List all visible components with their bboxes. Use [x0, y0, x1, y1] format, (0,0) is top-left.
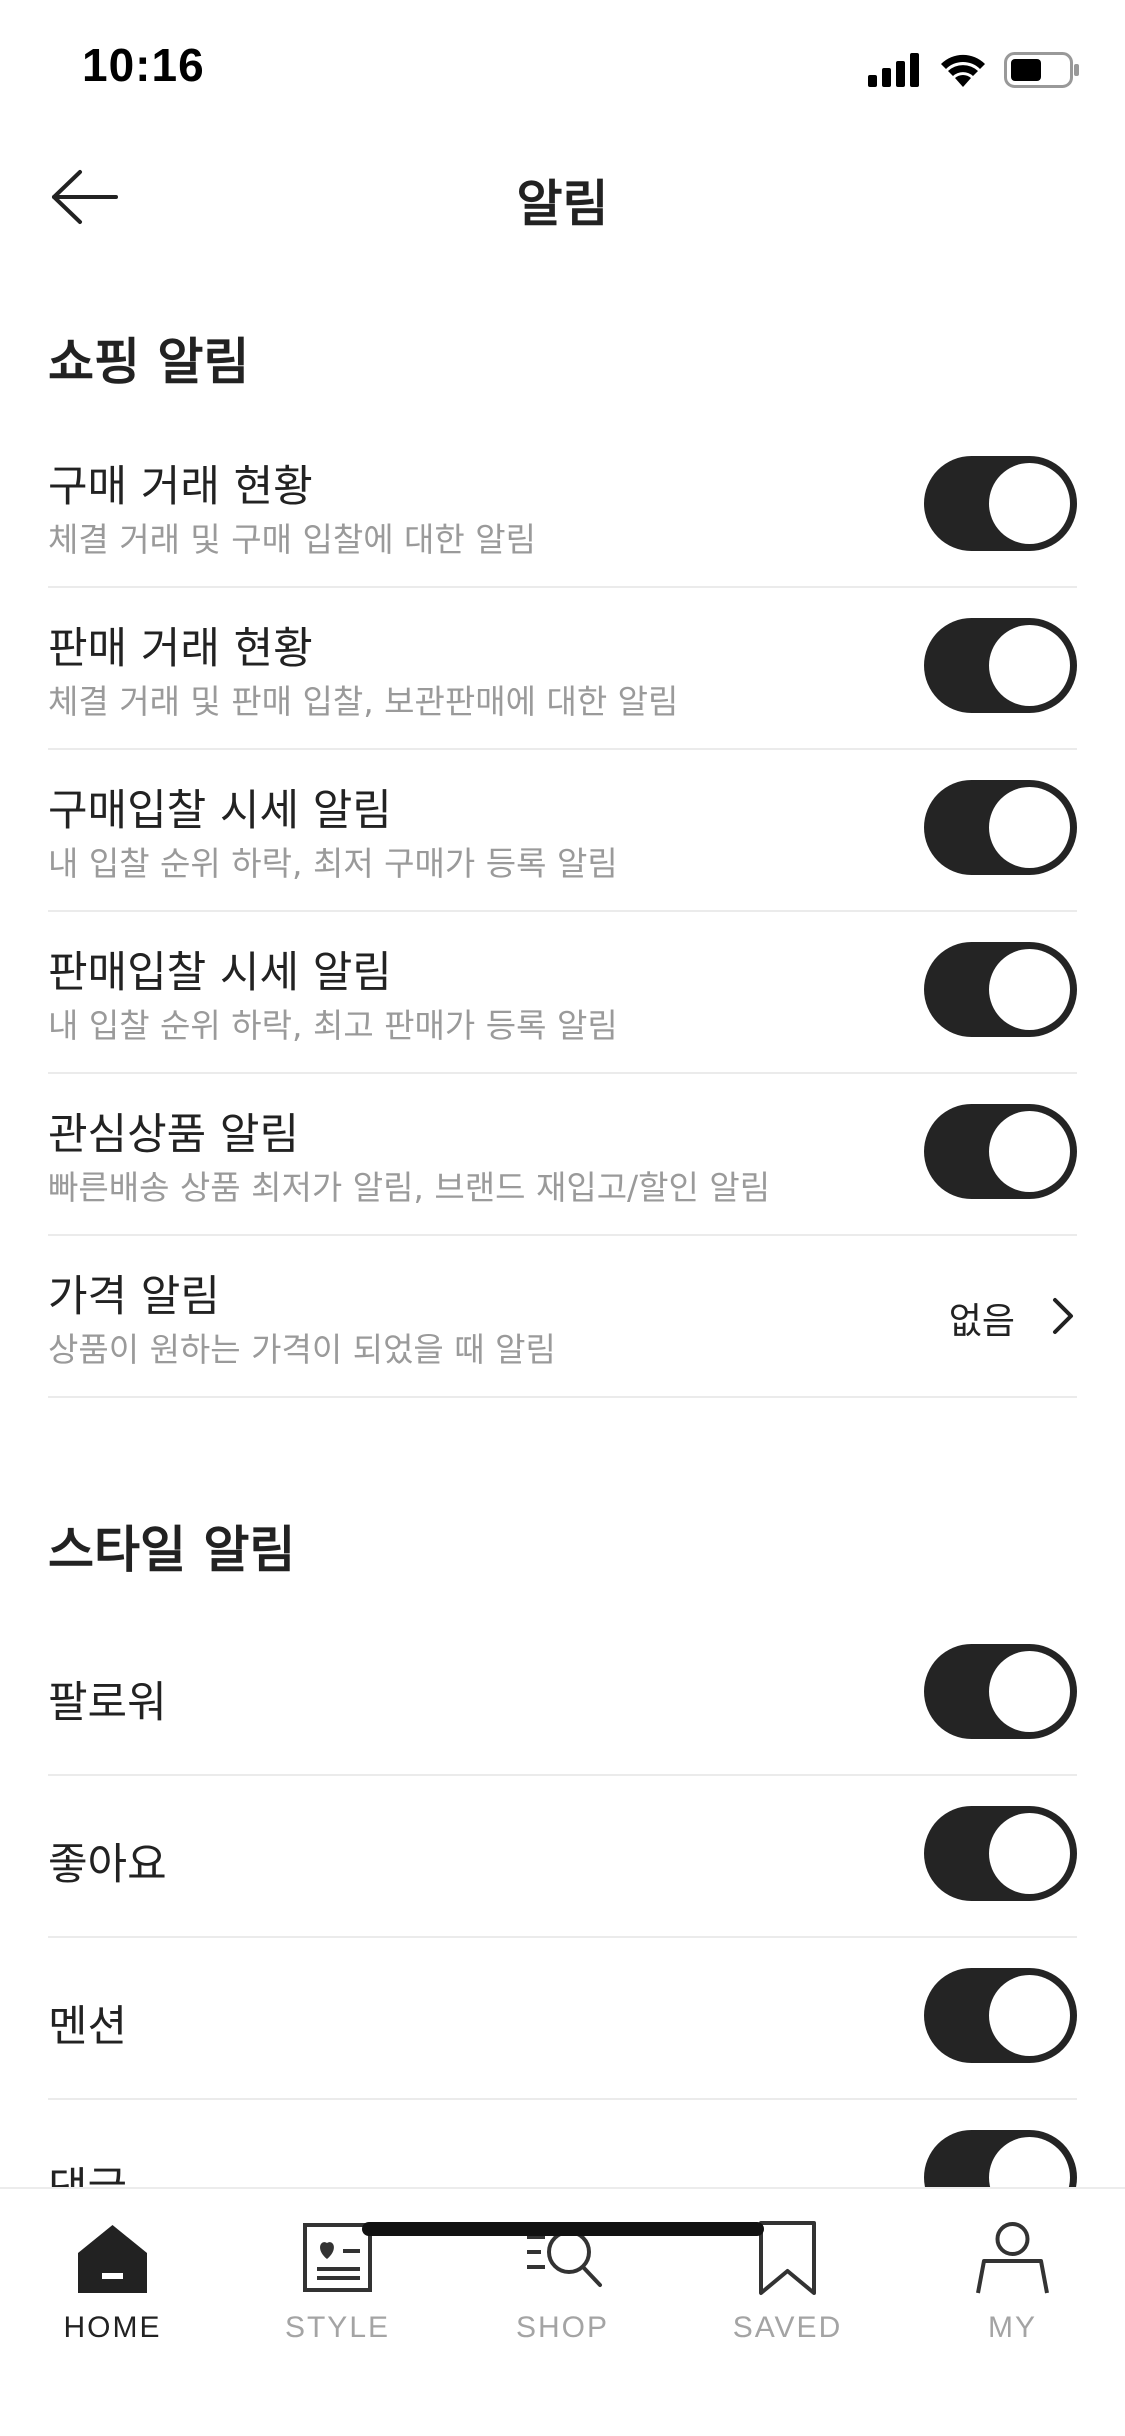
setting-row-sale-status: 판매 거래 현황 체결 거래 및 판매 입찰, 보관판매에 대한 알림	[48, 588, 1077, 750]
tab-home[interactable]: HOME	[0, 2209, 225, 2359]
setting-description: 체결 거래 및 판매 입찰, 보관판매에 대한 알림	[48, 682, 679, 721]
status-time: 10:16	[82, 39, 205, 91]
wishlist-toggle[interactable]	[924, 1104, 1077, 1199]
tab-label: SAVED	[732, 2311, 843, 2344]
setting-row-price-alert[interactable]: 가격 알림 상품이 원하는 가격이 되었을 때 알림 없음	[48, 1236, 1077, 1398]
setting-title: 가격 알림	[48, 1272, 220, 1322]
toggle-knob	[989, 1813, 1070, 1894]
toggle-knob	[989, 1651, 1070, 1732]
toggle-knob	[989, 1111, 1070, 1192]
setting-row-mentions: 멘션	[48, 1938, 1077, 2100]
battery-icon	[1004, 52, 1079, 88]
tab-label: HOME	[63, 2311, 162, 2344]
home-indicator	[362, 2222, 764, 2236]
setting-row-purchase-status: 구매 거래 현황 체결 거래 및 구매 입찰에 대한 알림	[48, 426, 1077, 588]
notification-settings: 쇼핑 알림 구매 거래 현황 체결 거래 및 구매 입찰에 대한 알림 판매 거…	[0, 262, 1125, 2187]
toggle-knob	[989, 2137, 1070, 2187]
toggle-knob	[989, 949, 1070, 1030]
setting-row-likes: 좋아요	[48, 1776, 1077, 1938]
tab-label: SHOP	[515, 2311, 610, 2344]
sale-status-toggle[interactable]	[924, 618, 1077, 713]
setting-title: 댓글	[48, 2154, 127, 2187]
setting-title: 멘션	[48, 2002, 128, 2052]
setting-row-comments: 댓글	[48, 2100, 1077, 2187]
tab-label: MY	[988, 2311, 1037, 2344]
setting-row-wishlist: 관심상품 알림 빠른배송 상품 최저가 알림, 브랜드 재입고/할인 알림	[48, 1074, 1077, 1236]
chevron-right-icon	[1053, 1298, 1073, 1334]
app-screen: 10:16 알림 쇼핑 알림 구매 거래 현황 체결 거래 및 구매 입찰에 대…	[0, 0, 1125, 2436]
likes-toggle[interactable]	[924, 1806, 1077, 1901]
setting-description: 내 입찰 순위 하락, 최저 구매가 등록 알림	[48, 844, 618, 883]
cellular-signal-icon	[868, 53, 919, 87]
followers-toggle[interactable]	[924, 1644, 1077, 1739]
setting-row-purchase-bid-price: 구매입찰 시세 알림 내 입찰 순위 하락, 최저 구매가 등록 알림	[48, 750, 1077, 912]
purchase-bid-price-toggle[interactable]	[924, 780, 1077, 875]
setting-title: 관심상품 알림	[48, 1110, 300, 1160]
setting-row-followers: 팔로워	[48, 1614, 1077, 1776]
setting-description: 체결 거래 및 구매 입찰에 대한 알림	[48, 520, 536, 559]
page-title: 알림	[516, 175, 609, 233]
setting-title: 구매 거래 현황	[48, 462, 313, 512]
price-alert-value: 없음	[948, 1301, 1015, 1342]
status-bar: 10:16	[0, 0, 1125, 132]
setting-title: 구매입찰 시세 알림	[48, 786, 392, 836]
setting-description: 내 입찰 순위 하락, 최고 판매가 등록 알림	[48, 1006, 618, 1045]
toggle-knob	[989, 463, 1070, 544]
comments-toggle[interactable]	[924, 2130, 1077, 2187]
tab-label: STYLE	[284, 2311, 391, 2344]
toggle-knob	[989, 625, 1070, 706]
setting-title: 판매입찰 시세 알림	[48, 948, 392, 998]
sale-bid-price-toggle[interactable]	[924, 942, 1077, 1037]
mentions-toggle[interactable]	[924, 1968, 1077, 2063]
setting-row-sale-bid-price: 판매입찰 시세 알림 내 입찰 순위 하락, 최고 판매가 등록 알림	[48, 912, 1077, 1074]
header: 알림	[0, 132, 1125, 262]
toggle-knob	[989, 787, 1070, 868]
setting-title: 판매 거래 현황	[48, 624, 313, 674]
home-icon	[78, 2225, 147, 2293]
purchase-status-toggle[interactable]	[924, 456, 1077, 551]
status-icons	[868, 48, 1080, 92]
setting-description: 빠른배송 상품 최저가 알림, 브랜드 재입고/할인 알림	[48, 1168, 771, 1207]
person-icon	[976, 2222, 1049, 2294]
setting-title: 팔로워	[48, 1678, 167, 1728]
tab-my[interactable]: MY	[900, 2209, 1125, 2359]
section-title-style: 스타일 알림	[48, 1521, 296, 1579]
section-title-shopping: 쇼핑 알림	[48, 333, 250, 391]
toggle-knob	[989, 1975, 1070, 2056]
setting-title: 좋아요	[48, 1840, 167, 1890]
wifi-icon	[941, 54, 985, 87]
setting-description: 상품이 원하는 가격이 되었을 때 알림	[48, 1330, 556, 1369]
